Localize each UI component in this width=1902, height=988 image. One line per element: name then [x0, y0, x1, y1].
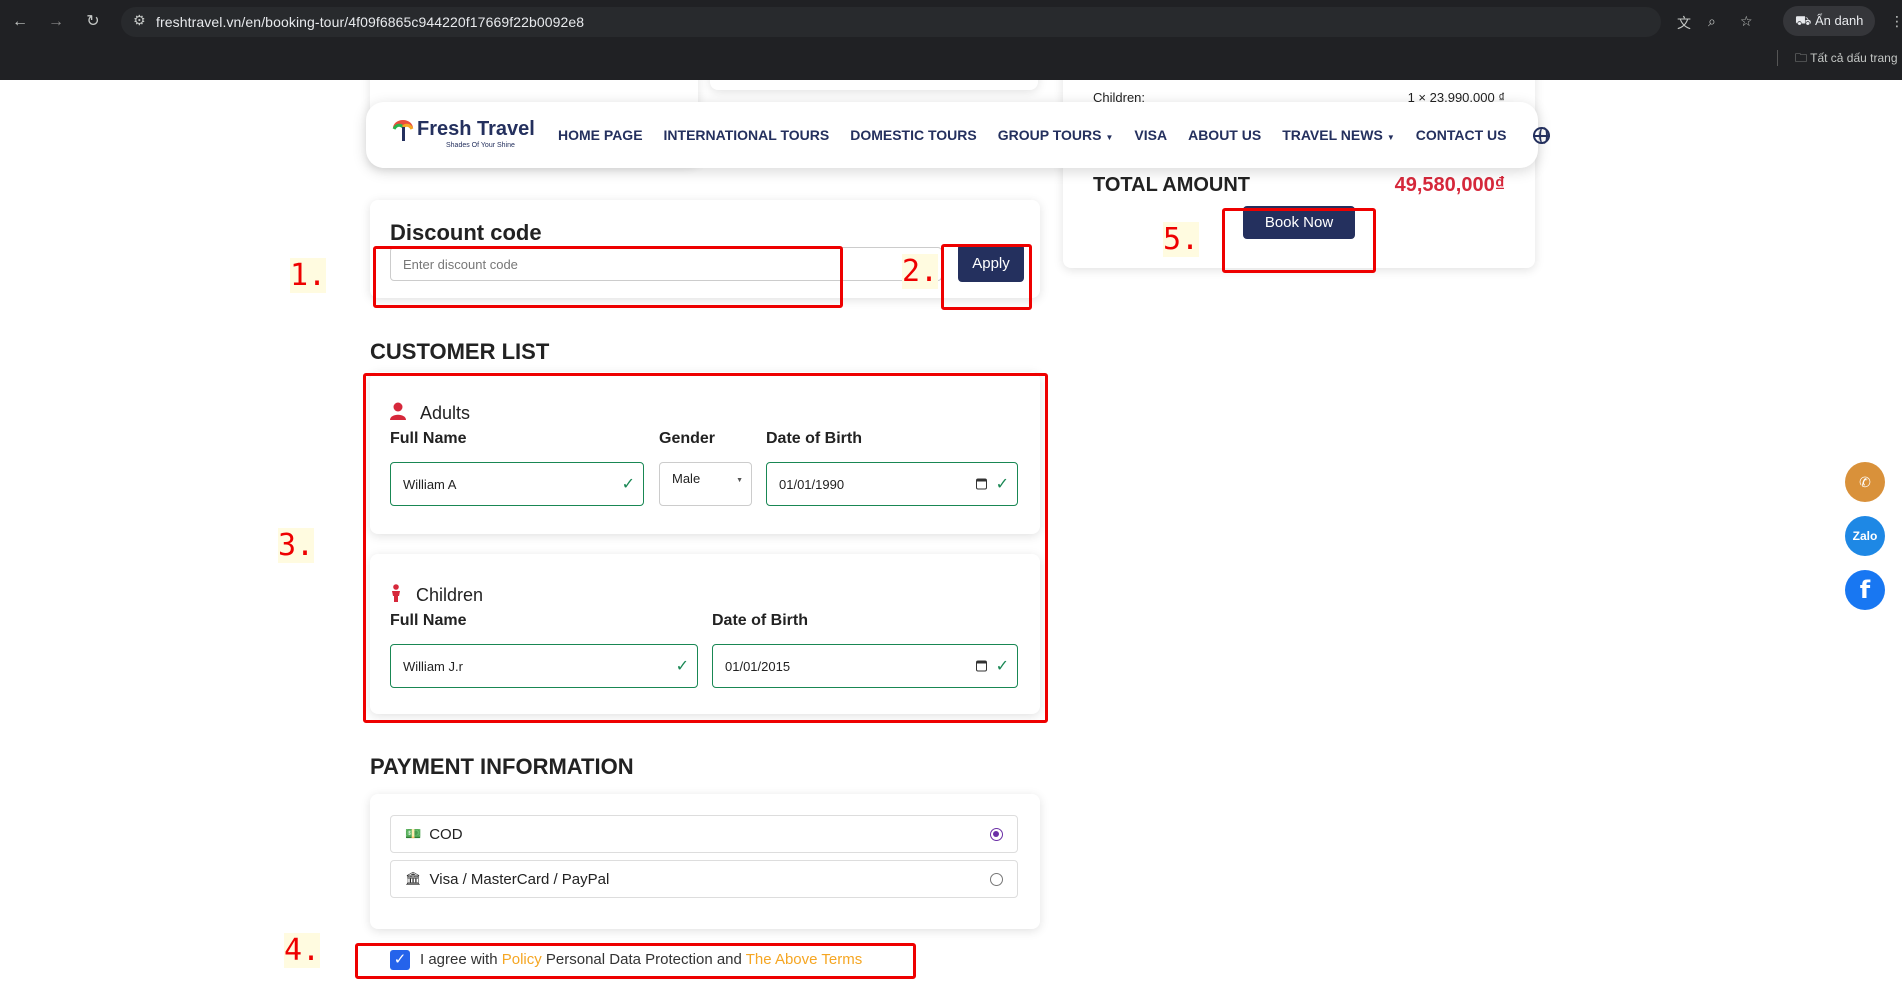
nav-international-tours[interactable]: INTERNATIONAL TOURS	[664, 127, 830, 143]
payment-option-cod[interactable]: 💵 COD	[390, 815, 1018, 853]
facebook-button[interactable]: f	[1845, 570, 1885, 610]
nav-home-page[interactable]: HOME PAGE	[558, 127, 643, 143]
main-menu: HOME PAGE INTERNATIONAL TOURS DOMESTIC T…	[558, 102, 1551, 168]
annotation-number-2: 2.	[902, 254, 939, 289]
annotation-number-4: 4.	[284, 933, 321, 968]
nav-travel-news[interactable]: TRAVEL NEWS ▼	[1282, 127, 1395, 143]
folder-icon: 🗀	[1795, 51, 1811, 65]
forward-arrow-icon[interactable]: →	[46, 12, 66, 32]
back-arrow-icon[interactable]: ←	[10, 12, 30, 32]
card-radio[interactable]	[990, 873, 1003, 886]
zoom-icon[interactable]: ⌕	[1708, 13, 1716, 30]
translate-icon[interactable]: 文	[1677, 13, 1691, 33]
address-bar[interactable]: ⚙ freshtravel.vn/en/booking-tour/4f09f68…	[121, 7, 1661, 37]
annotation-number-5: 5.	[1163, 222, 1200, 257]
logo-tagline: Shades Of Your Shine	[446, 142, 515, 149]
browser-chrome: ← → ↻ ⚙ freshtravel.vn/en/booking-tour/4…	[0, 0, 1902, 80]
menu-kebab-icon[interactable]: ⋮	[1890, 13, 1902, 30]
bookmark-star-icon[interactable]: ☆	[1740, 13, 1753, 30]
bookmark-separator	[1777, 50, 1778, 66]
fresh-travel-logo[interactable]: Fresh Travel Shades Of Your Shine	[392, 114, 535, 152]
annotation-box-1	[373, 246, 843, 308]
payment-title: PAYMENT INFORMATION	[370, 754, 634, 779]
cod-radio[interactable]	[990, 828, 1003, 841]
annotation-box-4	[355, 943, 916, 979]
annotation-number-3: 3.	[278, 528, 315, 563]
discount-title: Discount code	[390, 220, 542, 245]
zalo-button[interactable]: Zalo	[1845, 516, 1885, 556]
bank-icon: 🏛	[405, 871, 422, 886]
nav-visa[interactable]: VISA	[1134, 127, 1167, 143]
annotation-box-5	[1222, 208, 1376, 273]
incognito-icon: ⛟	[1795, 13, 1815, 28]
caret-down-icon: ▼	[1105, 133, 1114, 142]
nav-about-us[interactable]: ABOUT US	[1188, 127, 1261, 143]
nav-group-tours[interactable]: GROUP TOURS ▼	[998, 127, 1114, 143]
language-globe-icon[interactable]	[1533, 126, 1551, 144]
total-amount-value: 49,580,000₫	[1394, 174, 1505, 196]
nav-contact-us[interactable]: CONTACT US	[1416, 127, 1507, 143]
payment-option-card[interactable]: 🏛 Visa / MasterCard / PayPal	[390, 860, 1018, 898]
nav-domestic-tours[interactable]: DOMESTIC TOURS	[850, 127, 977, 143]
page: Children: 1 × 23.990.000 ₫ TOTAL AMOUNT …	[0, 80, 1902, 988]
annotation-number-1: 1.	[290, 258, 327, 293]
url-text: freshtravel.vn/en/booking-tour/4f09f6865…	[156, 14, 585, 30]
cash-icon: 💵	[405, 826, 422, 841]
main-navbar: Fresh Travel Shades Of Your Shine HOME P…	[366, 102, 1551, 168]
logo-palm-icon	[392, 120, 414, 141]
incognito-badge[interactable]: ⛟ Ẩn danh	[1783, 6, 1876, 36]
logo-brand-text: Fresh Travel	[417, 118, 535, 140]
phone-call-button[interactable]: ✆	[1845, 462, 1885, 502]
tour-info-card-2	[710, 80, 1038, 90]
annotation-box-3	[363, 373, 1048, 723]
facebook-icon: f	[1859, 576, 1871, 604]
customer-list-title: CUSTOMER LIST	[370, 339, 550, 364]
phone-icon: ✆	[1859, 473, 1871, 490]
all-bookmarks[interactable]: 🗀 Tất cả dấu trang	[1795, 49, 1898, 70]
total-amount-label: TOTAL AMOUNT	[1093, 174, 1251, 196]
site-info-icon[interactable]: ⚙	[133, 12, 146, 29]
annotation-box-2	[941, 244, 1032, 310]
reload-icon[interactable]: ↻	[83, 12, 103, 32]
caret-down-icon: ▼	[1386, 133, 1395, 142]
